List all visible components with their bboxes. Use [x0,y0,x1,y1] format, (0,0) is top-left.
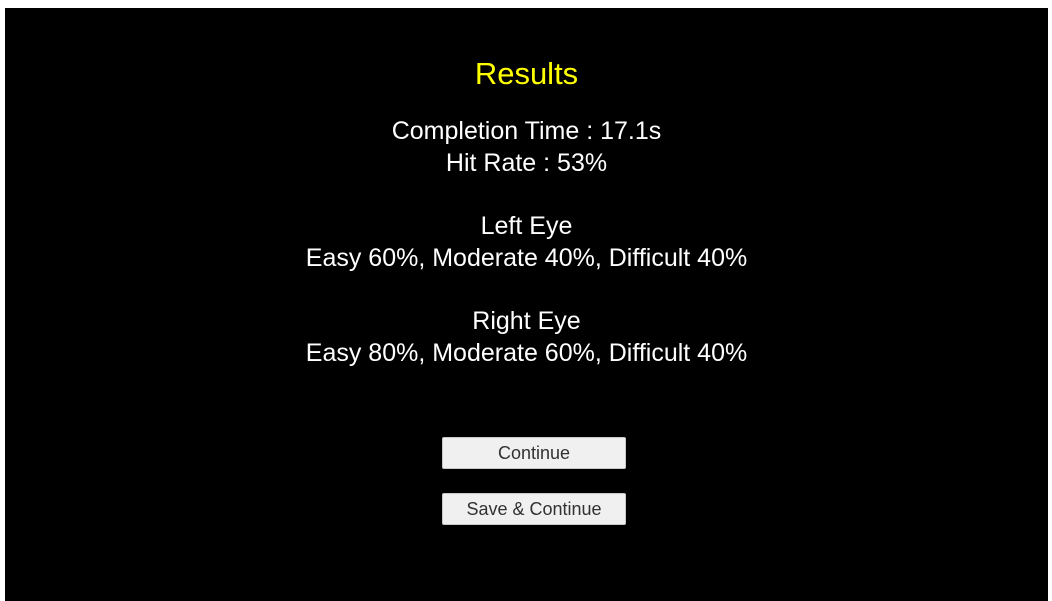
continue-button[interactable]: Continue [442,437,626,469]
save-continue-button[interactable]: Save & Continue [442,493,626,525]
results-screen: Results Completion Time : 17.1s Hit Rate… [5,8,1048,601]
hit-rate-text: Hit Rate : 53% [445,149,608,177]
left-eye-breakdown: Easy 60%, Moderate 40%, Difficult 40% [305,244,748,272]
right-eye-heading: Right Eye [472,307,581,335]
completion-time-text: Completion Time : 17.1s [391,117,662,145]
left-eye-heading: Left Eye [480,212,573,240]
right-eye-breakdown: Easy 80%, Moderate 60%, Difficult 40% [305,339,748,367]
results-title: Results [474,56,579,91]
